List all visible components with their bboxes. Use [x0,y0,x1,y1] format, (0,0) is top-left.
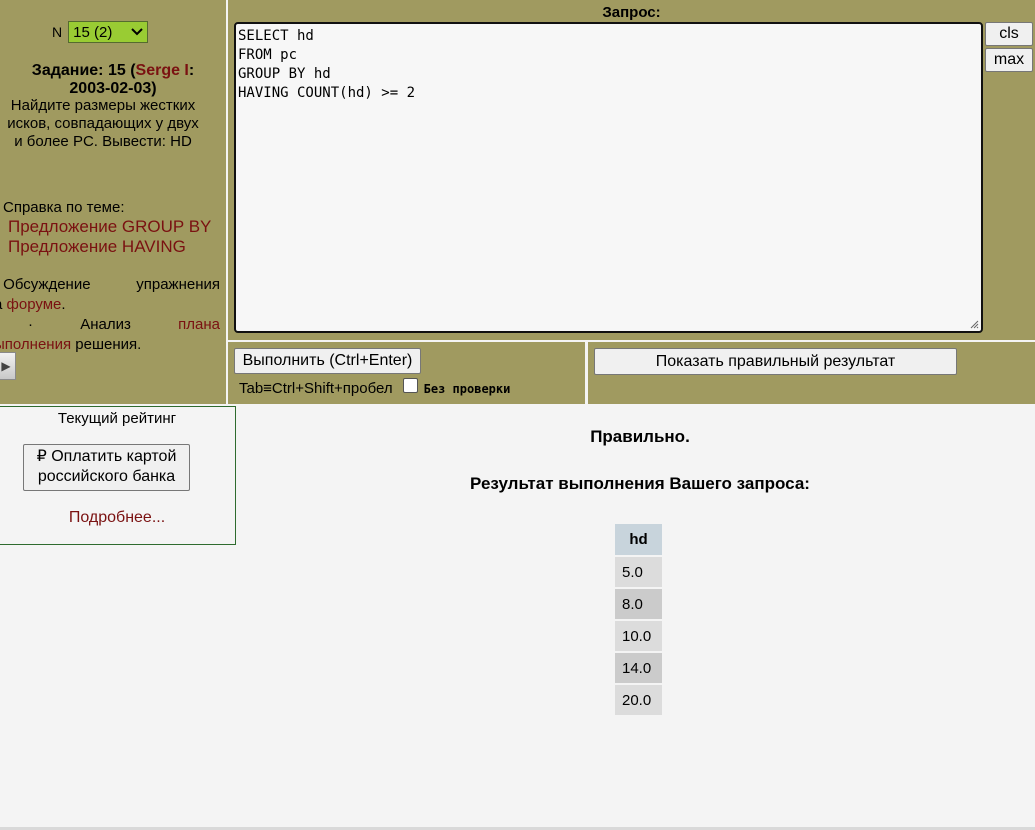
forum-section: · Обсуждение упражнения а форуме. · Анал… [0,275,220,355]
forum-text: · Обсуждение [0,276,91,293]
no-check-label: Без проверки [423,381,511,396]
task-panel: N 15 (2) Задание: 15 (Serge I: 2003-02-0… [0,0,226,404]
task-selector-row: N 15 (2) [52,21,149,43]
column-header: hd [615,524,662,555]
task-heading-suffix: : [188,62,195,79]
help-link-having[interactable]: Предложение HAVING [8,237,186,257]
task-number-value: 15 (2) [73,23,113,41]
plan-link[interactable]: плана [178,315,220,335]
task-line: исков, совпадающих у двух [7,115,199,132]
table-header-row: hd [615,524,662,555]
task-line: и более PC. Вывести: HD [14,133,192,150]
help-link-group-by[interactable]: Предложение GROUP BY [8,217,211,237]
task-line: Найдите размеры жестких [10,97,196,114]
show-correct-result-button[interactable]: Показать правильный результат [594,348,957,375]
pay-line: ₽ Оплатить картой [36,448,177,465]
forum-text: Анализ [80,316,131,333]
show-result-panel: Показать правильный результат [588,342,1035,404]
forum-text: упражнения [136,276,220,293]
query-label: Запрос: [602,4,661,21]
task-heading: Задание: 15 (Serge I: 2003-02-03) [0,62,226,98]
table-row: 20.0 [615,685,662,715]
cls-button[interactable]: cls [985,22,1033,46]
result-table: hd 5.0 8.0 10.0 14.0 20.0 [615,522,662,717]
task-number-label: N [52,24,63,40]
table-row: 14.0 [615,653,662,683]
table-cell: 5.0 [615,557,662,587]
execute-hint-row: Tab≡Ctrl+Shift+пробел Без проверки [239,378,511,397]
forum-link[interactable]: форуме [7,296,62,313]
query-panel: Запрос: SELECT hd FROM pc GROUP BY hd HA… [228,0,1035,340]
keyboard-hint: Tab≡Ctrl+Shift+пробел [239,380,393,397]
table-cell: 10.0 [615,621,662,651]
resize-grip-icon[interactable] [969,319,979,329]
task-description: Найдите размеры жестких исков, совпадающ… [0,97,214,151]
table-cell: 8.0 [615,589,662,619]
task-number-select[interactable]: 15 (2) [68,21,149,43]
arrow-right-icon: ▶ [1,359,11,373]
query-editor[interactable]: SELECT hd FROM pc GROUP BY hd HAVING COU… [234,22,983,333]
table-row: 5.0 [615,557,662,587]
table-cell: 14.0 [615,653,662,683]
forum-text: · [28,316,33,333]
result-status: Правильно. [590,427,690,446]
no-check-checkbox[interactable] [402,378,418,393]
collapse-button[interactable]: ▶ [0,352,16,380]
rating-box: Текущий рейтинг ₽ Оплатить картой россий… [0,406,236,545]
max-button[interactable]: max [985,48,1033,72]
task-heading-prefix: Задание: 15 ( [31,62,136,79]
result-title: Результат выполнения Вашего запроса: [470,474,810,493]
execute-panel: Выполнить (Ctrl+Enter) Tab≡Ctrl+Shift+пр… [228,342,585,404]
task-author-link[interactable]: Serge I [136,62,189,79]
help-title: Справка по теме: [3,199,125,216]
table-row: 10.0 [615,621,662,651]
chevron-down-icon [131,28,143,36]
pay-card-button[interactable]: ₽ Оплатить картой российского банка [23,444,190,491]
forum-text: . [61,296,66,313]
rating-title: Текущий рейтинг [57,410,177,427]
more-link[interactable]: Подробнее... [0,509,235,527]
forum-text: решения. [71,336,142,353]
plan-link-continued[interactable]: ыполнения [0,336,71,353]
task-date: 2003-02-03) [69,80,157,97]
table-row: 8.0 [615,589,662,619]
table-cell: 20.0 [615,685,662,715]
execute-button[interactable]: Выполнить (Ctrl+Enter) [234,348,421,374]
pay-line: российского банка [37,468,176,485]
